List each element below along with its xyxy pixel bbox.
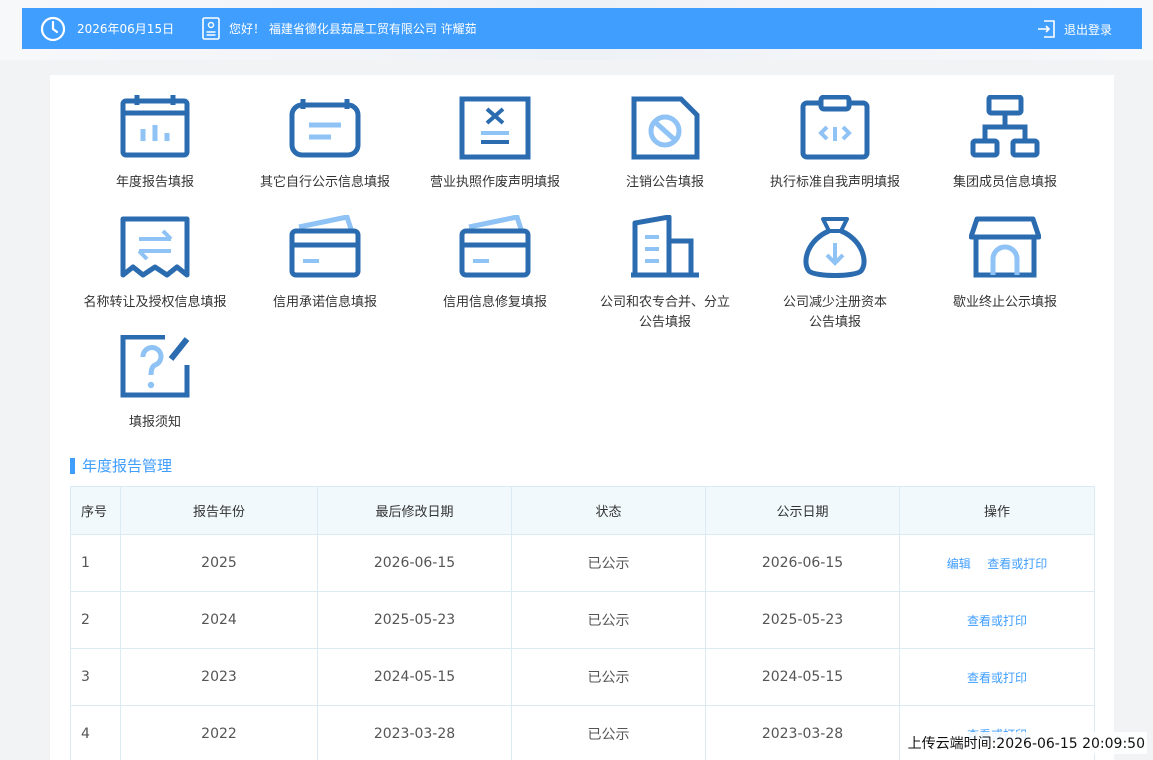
view-print-link[interactable]: 查看或打印: [967, 614, 1027, 628]
credit-card-repair-icon: [459, 215, 531, 278]
cell-index: 3: [70, 648, 121, 706]
menu-capital-reduction[interactable]: 公司减少注册资本 公告填报: [750, 215, 920, 333]
logout-icon: [1037, 20, 1055, 38]
cell-index: 4: [70, 705, 121, 760]
menu-label: 营业执照作废声明填报: [429, 175, 560, 190]
cell-year: 2022: [120, 705, 318, 760]
col-header-status: 状态: [511, 486, 706, 535]
menu-credit-commitment[interactable]: 信用承诺信息填报: [240, 215, 410, 313]
cell-index: 2: [70, 591, 121, 649]
cell-public-date: 2024-05-15: [705, 648, 900, 706]
buildings-icon: [631, 215, 699, 278]
transfer-arrows-icon: [120, 216, 190, 278]
col-header-actions: 操作: [899, 486, 1095, 535]
greeting-text: 您好！ 福建省德化县茹晨工贸有限公司 许耀茹: [229, 22, 477, 36]
credit-card-icon: [289, 215, 361, 278]
col-header-year: 报告年份: [120, 486, 318, 535]
cell-year: 2023: [120, 648, 318, 706]
org-chart-icon: [970, 95, 1040, 158]
menu-name-transfer[interactable]: 名称转让及授权信息填报: [70, 215, 240, 313]
table-header-row: 序号 报告年份 最后修改日期 状态 公示日期 操作: [70, 486, 1095, 535]
cell-modified: 2026-06-15: [317, 534, 512, 592]
cell-actions: 查看或打印: [899, 591, 1095, 649]
cell-index: 1: [70, 534, 121, 592]
menu-business-termination[interactable]: 歇业终止公示填报: [920, 215, 1090, 313]
view-print-link[interactable]: 查看或打印: [967, 671, 1027, 685]
top-bar: 2026年06月15日 您好！ 福建省德化县茹晨工贸有限公司 许耀茹 退出登录: [22, 8, 1142, 49]
cell-year: 2025: [120, 534, 318, 592]
logout-button[interactable]: 退出登录: [1037, 17, 1112, 41]
cell-modified: 2025-05-23: [317, 591, 512, 649]
menu-label: 歇业终止公示填报: [952, 295, 1057, 310]
clock-icon: [40, 16, 66, 42]
cell-actions: 查看或打印: [899, 648, 1095, 706]
cell-modified: 2023-03-28: [317, 705, 512, 760]
cell-status: 已公示: [511, 648, 706, 706]
table-row: 3 2023 2024-05-15 已公示 2024-05-15 查看或打印: [70, 648, 1095, 706]
menu-label: 集团成员信息填报: [952, 175, 1057, 190]
cell-public-date: 2023-03-28: [705, 705, 900, 760]
cell-public-date: 2026-06-15: [705, 534, 900, 592]
menu-label: 执行标准自我声明填报: [769, 175, 900, 190]
menu-label: 其它自行公示信息填报: [259, 175, 390, 190]
logout-label: 退出登录: [1063, 22, 1112, 37]
table-row: 2 2024 2025-05-23 已公示 2025-05-23 查看或打印: [70, 591, 1095, 649]
menu-label: 年度报告填报: [115, 175, 194, 190]
id-card-icon: [202, 17, 220, 40]
col-header-index: 序号: [70, 486, 121, 535]
calendar-chart-icon: [120, 95, 190, 158]
annual-report-table: 序号 报告年份 最后修改日期 状态 公示日期 操作 1 2025 2026-06…: [70, 486, 1095, 760]
menu-cancel-notice[interactable]: 注销公告填报: [580, 95, 750, 193]
edit-link[interactable]: 编辑: [947, 557, 971, 571]
cell-status: 已公示: [511, 705, 706, 760]
col-header-modified: 最后修改日期: [317, 486, 512, 535]
license-void-icon: [459, 96, 531, 160]
menu-label: 公司减少注册资本 公告填报: [782, 295, 887, 330]
cell-status: 已公示: [511, 534, 706, 592]
menu-license-void[interactable]: 营业执照作废声明填报: [410, 95, 580, 193]
menu-label: 信用承诺信息填报: [272, 295, 377, 310]
current-date: 2026年06月15日: [77, 22, 175, 36]
menu-annual-report[interactable]: 年度报告填报: [70, 95, 240, 193]
clipboard-code-icon: [800, 95, 870, 160]
col-header-public-date: 公示日期: [705, 486, 900, 535]
upload-timestamp: 上传云端时间:2026-06-15 20:09:50: [905, 732, 1147, 754]
menu-merger-split[interactable]: 公司和农专合并、分立 公告填报: [580, 215, 750, 333]
menu-label: 填报须知: [128, 415, 181, 430]
menu-label: 注销公告填报: [625, 175, 704, 190]
menu-credit-repair[interactable]: 信用信息修复填报: [410, 215, 580, 313]
menu-other-disclosure[interactable]: 其它自行公示信息填报: [240, 95, 410, 193]
cell-status: 已公示: [511, 591, 706, 649]
cell-public-date: 2025-05-23: [705, 591, 900, 649]
menu-filing-notes[interactable]: 填报须知: [70, 335, 240, 433]
notice-board-icon: [289, 99, 361, 158]
section-title: 年度报告管理: [70, 456, 172, 476]
cell-modified: 2024-05-15: [317, 648, 512, 706]
question-edit-icon: [120, 335, 190, 398]
cancel-document-icon: [631, 96, 700, 160]
cell-actions: 编辑 查看或打印: [899, 534, 1095, 592]
cell-year: 2024: [120, 591, 318, 649]
menu-label: 信用信息修复填报: [442, 295, 547, 310]
table-row: 1 2025 2026-06-15 已公示 2026-06-15 编辑 查看或打…: [70, 534, 1095, 592]
menu-standard-declaration[interactable]: 执行标准自我声明填报: [750, 95, 920, 193]
menu-label: 公司和农专合并、分立 公告填报: [599, 295, 730, 330]
money-bag-down-icon: [803, 217, 867, 278]
menu-label: 名称转让及授权信息填报: [83, 295, 227, 310]
menu-group-member[interactable]: 集团成员信息填报: [920, 95, 1090, 193]
view-print-link[interactable]: 查看或打印: [987, 557, 1047, 571]
shop-closed-icon: [969, 216, 1041, 278]
